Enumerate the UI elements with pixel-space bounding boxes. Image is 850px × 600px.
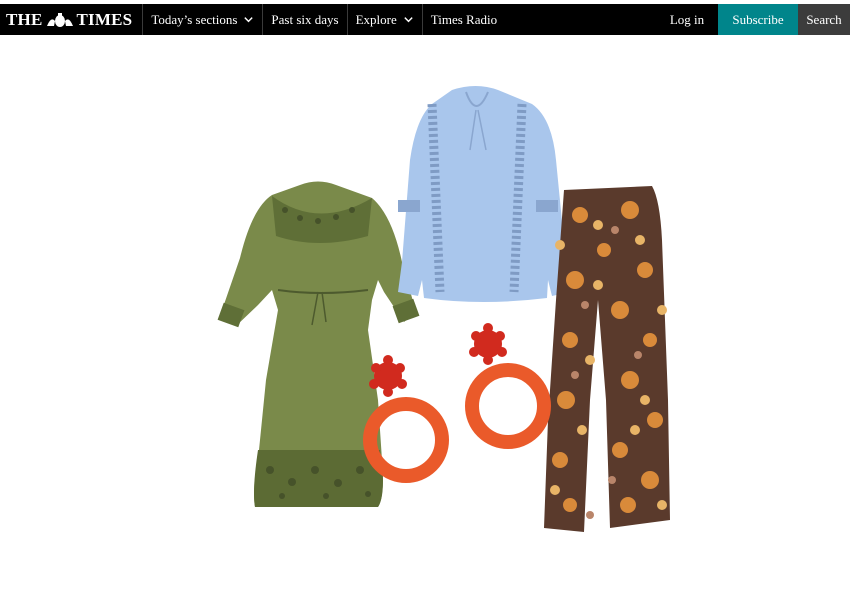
search-button[interactable]: Search [798,4,850,35]
red-raffia-hoop-earrings-image [363,323,551,483]
nav-todays-sections-label: Today’s sections [151,11,238,27]
login-button[interactable]: Log in [656,4,718,35]
top-navigation-bar: THE TIMES Today’s sections Past six days… [0,4,850,35]
nav-explore[interactable]: Explore [346,4,422,35]
times-logo[interactable]: THE TIMES [0,4,142,35]
product-collage [217,86,670,532]
floral-flared-trousers-image [544,186,670,532]
green-embroidered-dress-image [217,181,420,507]
nav-times-radio-label: Times Radio [430,11,498,27]
logo-text-the: THE [6,9,43,29]
logo-text-times: TIMES [76,9,133,29]
nav-explore-label: Explore [355,11,397,27]
blue-lace-blouse-image [398,86,570,302]
chevron-down-icon [404,17,413,23]
subscribe-button[interactable]: Subscribe [718,4,798,35]
nav-times-radio[interactable]: Times Radio [421,4,505,35]
chevron-down-icon [244,17,254,23]
nav-past-six-days-label: Past six days [271,11,339,27]
nav-todays-sections[interactable]: Today’s sections [142,4,262,35]
nav-past-six-days[interactable]: Past six days [262,4,346,35]
crest-icon [46,12,73,27]
